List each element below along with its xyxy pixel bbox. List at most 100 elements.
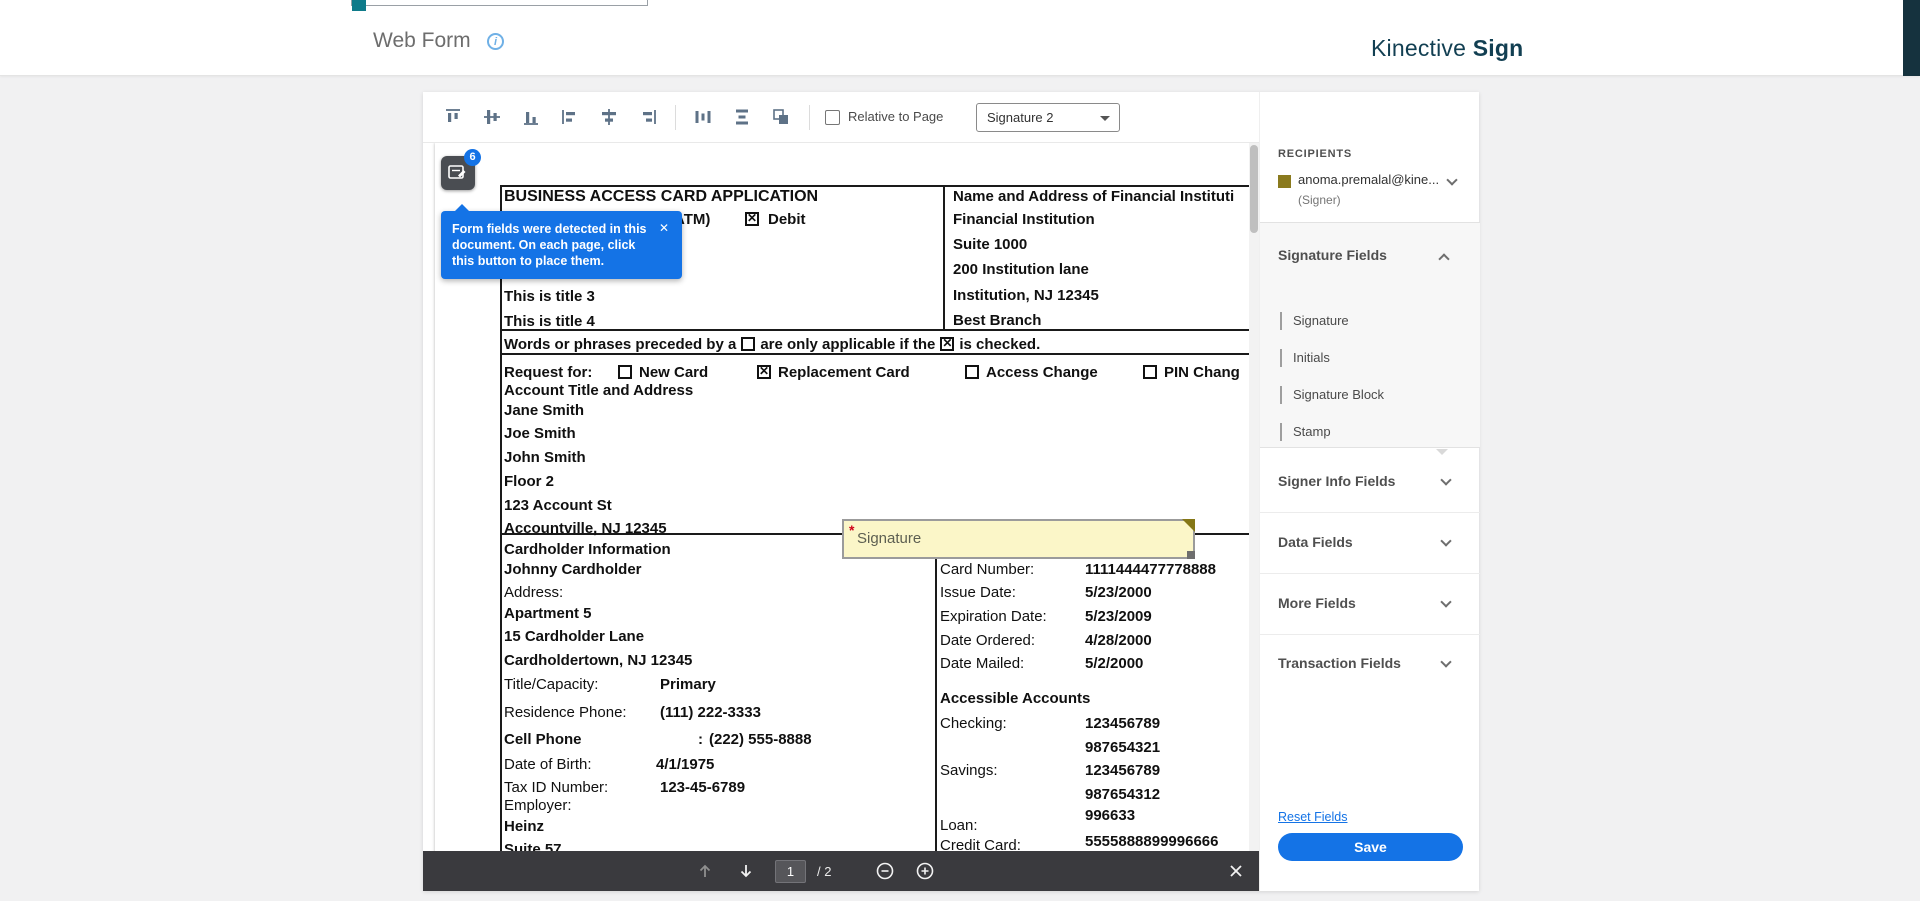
required-marker: *: [849, 522, 854, 538]
section-header-transaction-fields[interactable]: Transaction Fields: [1278, 655, 1401, 671]
zoom-in-icon[interactable]: [915, 861, 935, 881]
field-item-signature-block[interactable]: Signature Block: [1260, 377, 1480, 413]
align-right-icon[interactable]: [638, 107, 658, 127]
divider: [1260, 634, 1480, 635]
title3: This is title 3: [504, 288, 595, 305]
section-notch: [1436, 449, 1448, 455]
savings-value: 123456789: [1085, 762, 1160, 779]
debit-checkbox[interactable]: [745, 212, 759, 226]
words-checkbox-checked[interactable]: [940, 337, 954, 351]
account-line: 123 Account St: [504, 497, 612, 514]
fi-line: Best Branch: [953, 312, 1041, 329]
section-header-data-fields[interactable]: Data Fields: [1278, 534, 1353, 550]
match-size-icon[interactable]: [771, 107, 791, 127]
chevron-down-icon: [1100, 116, 1110, 126]
align-bottom-icon[interactable]: [521, 107, 541, 127]
document-viewer: BUSINESS ACCESS CARD APPLICATION (ATM) D…: [423, 143, 1259, 891]
alignment-toolbar: Relative to Page Signature 2: [423, 92, 1259, 143]
tax-label: Tax ID Number:: [504, 779, 608, 796]
section-header-more-fields[interactable]: More Fields: [1278, 595, 1356, 611]
checking-value: 987654321: [1085, 739, 1160, 756]
res-phone-label: Residence Phone:: [504, 704, 627, 721]
close-viewer-icon[interactable]: [1226, 861, 1246, 881]
drag-handle: [1280, 423, 1282, 441]
field-item-label: Initials: [1293, 350, 1330, 365]
loan-value: 996633: [1085, 807, 1135, 824]
info-icon[interactable]: i: [487, 33, 504, 50]
toolbar-separator: [809, 105, 810, 130]
signature-field-overlay[interactable]: * Signature: [842, 519, 1195, 559]
cardholder-header: Cardholder Information: [504, 541, 671, 558]
align-middle-icon[interactable]: [482, 107, 502, 127]
document-scrollbar[interactable]: [1249, 143, 1259, 891]
pin-change-checkbox[interactable]: [1143, 365, 1157, 379]
distribute-horizontal-icon[interactable]: [693, 107, 713, 127]
form-border: [500, 185, 502, 891]
browser-scrollbar[interactable]: [1903, 0, 1920, 76]
toolbar-separator: [675, 105, 676, 130]
chevron-down-icon[interactable]: [1446, 174, 1457, 185]
page-title: Web Form: [373, 29, 471, 53]
reset-fields-link[interactable]: Reset Fields: [1278, 810, 1347, 824]
align-left-icon[interactable]: [560, 107, 580, 127]
issue-label: Issue Date:: [940, 584, 1016, 601]
field-item-stamp[interactable]: Stamp: [1260, 414, 1480, 450]
cardholder-name: Johnny Cardholder: [504, 561, 642, 578]
field-item-label: Signature: [1293, 313, 1349, 328]
card-number-value: 1111444477778888: [1085, 561, 1216, 578]
relative-to-page-label: Relative to Page: [848, 109, 943, 124]
field-item-label: Stamp: [1293, 424, 1331, 439]
browser-tab[interactable]: [351, 0, 648, 6]
address-label: Address:: [504, 584, 563, 601]
relative-to-page-checkbox[interactable]: [825, 110, 840, 125]
resize-handle[interactable]: [1187, 551, 1195, 559]
form-title: BUSINESS ACCESS CARD APPLICATION: [504, 188, 818, 206]
access-change-checkbox[interactable]: [965, 365, 979, 379]
words-checkbox-empty[interactable]: [741, 337, 755, 351]
tax-value: 123-45-6789: [660, 779, 745, 796]
section-header-signature-fields[interactable]: Signature Fields: [1278, 247, 1387, 263]
mailed-label: Date Mailed:: [940, 655, 1024, 672]
next-page-button[interactable]: [736, 861, 756, 881]
document-page[interactable]: BUSINESS ACCESS CARD APPLICATION (ATM) D…: [435, 143, 1249, 891]
zoom-out-icon[interactable]: [875, 861, 895, 881]
chevron-down-icon[interactable]: [1440, 535, 1451, 546]
cell-phone-value: (222) 555-8888: [709, 731, 812, 748]
chevron-down-icon[interactable]: [1440, 656, 1451, 667]
checking-label: Checking:: [940, 715, 1007, 732]
issue-value: 5/23/2000: [1085, 584, 1152, 601]
account-line: Jane Smith: [504, 402, 584, 419]
ordered-label: Date Ordered:: [940, 632, 1035, 649]
page-total: / 2: [817, 864, 831, 879]
place-fields-button[interactable]: 6: [441, 156, 475, 190]
distribute-vertical-icon[interactable]: [732, 107, 752, 127]
new-card-checkbox[interactable]: [618, 365, 632, 379]
previous-page-button[interactable]: [695, 861, 715, 881]
title-capacity-label: Title/Capacity:: [504, 676, 598, 693]
field-type-dropdown[interactable]: Signature 2: [976, 103, 1120, 132]
words-pre: Words or phrases preceded by a: [504, 336, 736, 353]
employer-label: Employer:: [504, 797, 572, 814]
recipient-email: anoma.premalal@kine...: [1298, 172, 1439, 187]
scrollbar-thumb[interactable]: [1250, 145, 1258, 233]
page-number-input[interactable]: [775, 860, 806, 883]
account-line: Joe Smith: [504, 425, 576, 442]
chevron-up-icon[interactable]: [1438, 253, 1449, 264]
fi-line: 200 Institution lane: [953, 261, 1089, 278]
chevron-down-icon[interactable]: [1440, 474, 1451, 485]
align-center-icon[interactable]: [599, 107, 619, 127]
replacement-card-label: Replacement Card: [778, 364, 910, 381]
form-border: [943, 185, 945, 331]
drag-handle: [1280, 349, 1282, 367]
section-header-signer-info[interactable]: Signer Info Fields: [1278, 473, 1395, 489]
close-icon[interactable]: [659, 219, 673, 233]
save-button[interactable]: Save: [1278, 833, 1463, 861]
chevron-down-icon[interactable]: [1440, 596, 1451, 607]
field-item-initials[interactable]: Initials: [1260, 340, 1480, 376]
loan-label: Loan:: [940, 817, 978, 834]
employer-line: Heinz: [504, 818, 544, 835]
field-item-signature[interactable]: Signature: [1260, 303, 1480, 339]
replacement-card-checkbox[interactable]: [757, 365, 771, 379]
cell-phone-sep: :: [698, 731, 703, 748]
align-top-icon[interactable]: [443, 107, 463, 127]
